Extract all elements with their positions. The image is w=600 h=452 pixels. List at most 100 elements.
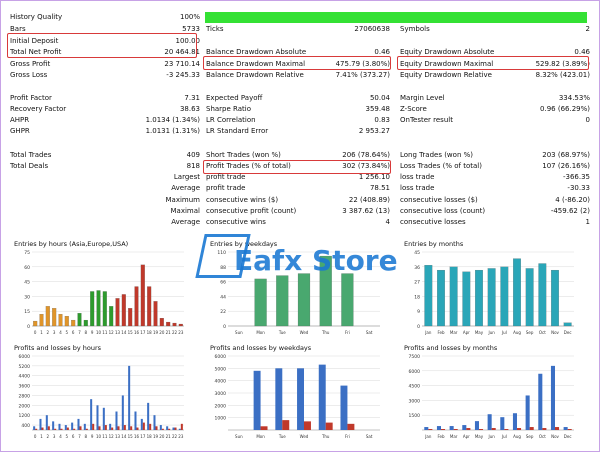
average-loss-label: loss trade — [400, 184, 435, 192]
bar-loss — [111, 427, 114, 430]
x-tick-label: 5 — [66, 434, 69, 439]
x-tick-label: Sun — [235, 330, 243, 335]
gross-loss-label: Gross Loss — [10, 71, 48, 79]
x-tick-label: Jun — [488, 434, 496, 439]
x-tick-label: 16 — [134, 434, 140, 439]
bar-profit — [178, 428, 181, 430]
x-tick-label: Feb — [437, 434, 445, 439]
y-tick-label: 2000 — [19, 403, 31, 409]
bar-profit — [134, 411, 137, 430]
bar-profit — [318, 364, 326, 430]
y-tick-label: 27 — [414, 280, 420, 286]
bar-loss — [174, 427, 177, 430]
bar — [500, 266, 509, 327]
x-tick-label: 22 — [172, 434, 178, 439]
x-tick-label: Oct — [539, 434, 546, 439]
x-tick-label: Nov — [551, 434, 559, 439]
bar-loss — [428, 429, 433, 430]
lr-std-value: 2 953.27 — [358, 127, 390, 135]
chart-pl-by-hours: Profits and losses by hours 6000 5200 4400 3… — [8, 344, 188, 442]
history-quality-bar — [205, 12, 587, 23]
x-tick-label: 17 — [140, 434, 146, 439]
x-tick-label: Fri — [345, 434, 350, 439]
bar — [147, 286, 152, 327]
row-average-cons: Average consecutive wins 4 consecutive l… — [8, 216, 592, 228]
bar-loss — [66, 427, 69, 430]
bar — [538, 263, 547, 327]
bar-profit — [487, 414, 492, 430]
y-tick-label: 1000 — [215, 416, 227, 422]
x-tick-label: 15 — [128, 330, 134, 335]
ticks-value: 27060638 — [354, 25, 390, 33]
y-tick-label: 2800 — [19, 393, 31, 399]
x-tick-label: 8 — [85, 330, 88, 335]
bar-loss — [180, 423, 183, 430]
x-tick-label: 21 — [166, 434, 172, 439]
x-tick-label: 9 — [91, 330, 94, 335]
x-tick-label: Wed — [300, 330, 309, 335]
bar-profit — [102, 407, 105, 430]
bar — [254, 278, 267, 327]
x-tick-label: 4 — [59, 330, 62, 335]
x-tick-label: Sun — [235, 434, 243, 439]
bar-profit — [121, 395, 124, 430]
row-gross-loss: Gross Loss -3 245.33 Balance Drawdown Re… — [8, 69, 592, 81]
y-tick-label: 44 — [220, 294, 226, 300]
bar-loss — [98, 426, 101, 430]
x-tick-label: 2 — [47, 330, 50, 335]
bar-profit — [159, 425, 162, 430]
bar-profit — [140, 418, 143, 430]
bar-loss — [123, 425, 126, 430]
bar-loss — [117, 426, 120, 430]
bar-loss — [130, 426, 133, 430]
bar-profit — [128, 365, 131, 430]
bar-profit — [52, 421, 55, 430]
bar — [449, 266, 458, 327]
x-tick-label: 23 — [178, 330, 184, 335]
bar-profit — [77, 418, 80, 430]
bar-loss — [529, 427, 534, 430]
x-tick-label: Nov — [551, 330, 559, 335]
bar-profit — [424, 427, 429, 430]
x-tick-label: 13 — [115, 434, 121, 439]
y-tick-label: 0 — [27, 324, 30, 330]
x-tick-label: 0 — [34, 434, 37, 439]
bar — [172, 322, 177, 327]
symbols-label: Symbols — [400, 25, 430, 33]
x-tick-label: 22 — [172, 330, 178, 335]
y-tick-label: 0 — [223, 324, 226, 330]
y-tick-label: 18 — [414, 294, 420, 300]
bar — [153, 301, 158, 327]
y-tick-label: 22 — [220, 309, 226, 315]
bar-profit — [275, 368, 283, 430]
bar-loss — [304, 421, 311, 430]
x-tick-label: Sat — [366, 330, 373, 335]
x-tick-label: Mon — [256, 330, 265, 335]
bar — [58, 314, 63, 327]
bar-profit — [64, 425, 67, 430]
bar-profit — [39, 418, 42, 430]
bar-profit — [462, 425, 467, 430]
bar — [45, 306, 50, 327]
history-quality-bar-fill — [205, 12, 587, 23]
bar-profit — [96, 405, 99, 430]
y-tick-label: 30 — [24, 294, 30, 300]
chart-svg: 6000 5000 4000 3000 2000 1000 Sun Mon Tue Wed Thu F… — [215, 354, 380, 439]
average-profit-label: profit trade — [206, 184, 246, 192]
x-tick-label: 18 — [147, 434, 153, 439]
bar-profit — [512, 413, 517, 430]
y-tick-label: 7500 — [409, 354, 421, 360]
y-tick-label: 5200 — [19, 364, 31, 370]
x-tick-label: 7 — [78, 330, 81, 335]
bar-profit — [115, 411, 118, 430]
bar-profit — [166, 426, 169, 430]
bar-profit — [449, 426, 454, 430]
bar — [115, 298, 120, 327]
bar-profit — [563, 427, 568, 430]
chart-pl-by-months: Profits and losses by months 7500 6000 4500… — [398, 344, 578, 442]
bar-loss — [453, 429, 458, 430]
chart-pl-by-weekdays: Profits and losses by weekdays 6000 5000 40… — [204, 344, 384, 442]
x-tick-label: 18 — [147, 330, 153, 335]
x-tick-label: Oct — [539, 330, 546, 335]
bar-profit — [58, 423, 61, 430]
